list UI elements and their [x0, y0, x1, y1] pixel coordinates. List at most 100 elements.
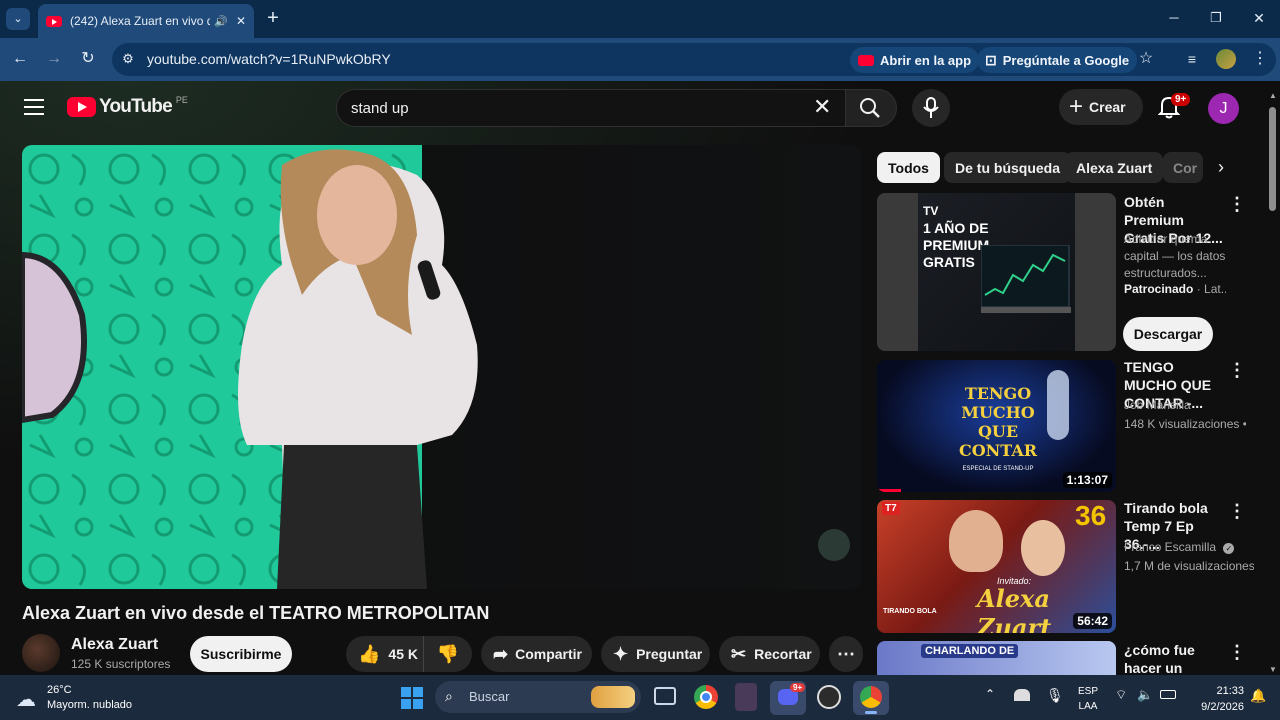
chip-partial[interactable]: Cor [1163, 152, 1203, 183]
thumbs-down-icon: 👎 [436, 644, 460, 664]
ad-sponsored-row: Patrocinado · Lat... [1124, 281, 1226, 298]
open-in-app-label: Abrir en la app [880, 52, 972, 68]
taskbar-search-icon: ⌕ [445, 688, 453, 704]
minimize-button[interactable]: ─ [1162, 8, 1186, 28]
subscriber-count: 125 K suscriptores [71, 657, 171, 671]
ad-brand-icon: TV [923, 204, 939, 218]
taskbar-search-box[interactable]: ⌕ Buscar [435, 681, 641, 713]
hamburger-menu-icon[interactable] [24, 99, 44, 115]
weather-widget[interactable]: ☁ 26°C Mayorm. nublado [14, 681, 154, 715]
related-2-thumb-tag: T7 [882, 502, 900, 515]
chip-alexa-zuart[interactable]: Alexa Zuart [1065, 152, 1164, 183]
task-view-icon[interactable] [654, 687, 676, 705]
maximize-button[interactable]: ❐ [1204, 8, 1228, 28]
voice-search-button[interactable] [912, 89, 950, 127]
related-1-channel[interactable]: Job Mansilla [1124, 397, 1254, 414]
clock[interactable]: 21:33 9/2/2026 [1186, 683, 1244, 715]
new-tab-button[interactable]: + [262, 8, 284, 28]
ad-download-button[interactable]: Descargar [1123, 317, 1213, 351]
obs-taskbar-icon[interactable] [817, 685, 841, 709]
chrome-menu-icon[interactable]: ⋮ [1252, 49, 1268, 69]
battery-icon[interactable] [1160, 690, 1176, 699]
create-button[interactable]: + Crear [1059, 89, 1143, 125]
like-button[interactable]: 👍 45 K [346, 636, 424, 672]
site-info-icon[interactable]: ⚙ [118, 49, 138, 69]
window-close-button[interactable]: ✕ [1247, 8, 1271, 28]
microphone-icon [923, 97, 939, 118]
ask-button[interactable]: ✦ Preguntar [601, 636, 710, 672]
like-count: 45 K [388, 646, 418, 662]
weather-cloud-icon: ☁ [16, 689, 36, 711]
notification-center-icon[interactable]: 🔔 [1250, 688, 1266, 704]
search-button[interactable] [845, 89, 897, 127]
channel-avatar[interactable] [22, 634, 60, 672]
related-thumbnail-2[interactable]: T7 36 Invitado: Alexa Zuart TIRANDO BOLA… [877, 500, 1116, 633]
related-3-title[interactable]: ¿cómo fue hacer un musical en... [1124, 641, 1224, 675]
chips-next-chevron-icon[interactable]: › [1206, 152, 1236, 183]
ask-google-label: Pregúntale a Google [1002, 52, 1130, 68]
forward-arrow-icon[interactable]: → [44, 49, 64, 69]
clock-date: 9/2/2026 [1201, 701, 1244, 713]
tab-title: (242) Alexa Zuart en vivo de [70, 14, 211, 28]
ad-description: Adivinar quema capital — los datos estru… [1124, 232, 1226, 280]
back-arrow-icon[interactable]: ← [10, 49, 30, 69]
related-3-more-menu-icon[interactable]: ⋮ [1228, 642, 1246, 662]
clear-search-icon[interactable]: ✕ [813, 96, 831, 118]
scissors-icon: ✂ [731, 643, 747, 664]
reload-icon[interactable]: ↻ [78, 49, 98, 69]
start-windows-icon[interactable] [401, 687, 423, 709]
related-1-thumb-text: TENGO MUCHO QUE CONTAR [959, 384, 1038, 460]
speaker-icon[interactable]: 🔊 [214, 15, 228, 28]
notifications-button[interactable]: 9+ [1157, 93, 1191, 119]
page-scrollbar[interactable]: ▲ ▼ [1268, 91, 1277, 675]
related-thumbnail-1[interactable]: TENGO MUCHO QUE CONTAR ESPECIAL DE STAND… [877, 360, 1116, 492]
more-actions-button[interactable]: ⋯ [829, 636, 863, 672]
volume-icon[interactable]: 🔈 [1137, 687, 1153, 703]
country-code: PE [175, 95, 188, 105]
chrome-active-taskbar-icon[interactable] [853, 681, 889, 715]
channel-name[interactable]: Alexa Zuart [71, 636, 158, 654]
account-avatar[interactable]: J [1208, 93, 1239, 124]
ask-google-button[interactable]: ⊡ Pregúntale a Google [977, 47, 1138, 73]
tab-search-icon[interactable]: ⌄ [6, 8, 30, 30]
youtube-logo[interactable]: YouTube PE [67, 95, 188, 118]
weather-desc: Mayorm. nublado [47, 699, 132, 711]
user-app-taskbar-icon[interactable] [735, 683, 757, 711]
subscribe-button[interactable]: Suscribirme [190, 636, 292, 672]
chip-todos[interactable]: Todos [877, 152, 940, 183]
dislike-button[interactable]: 👎 [424, 636, 472, 672]
related-2-more-menu-icon[interactable]: ⋮ [1228, 501, 1246, 521]
ad-more-menu-icon[interactable]: ⋮ [1228, 194, 1246, 214]
bookmark-star-icon[interactable]: ☆ [1136, 49, 1156, 69]
tray-app-icon[interactable] [1014, 689, 1030, 701]
chip-from-search[interactable]: De tu búsqueda [944, 152, 1072, 183]
related-2-duration: 56:42 [1073, 613, 1112, 629]
browser-tab-active[interactable]: (242) Alexa Zuart en vivo de 🔊 ✕ [38, 4, 254, 38]
share-button[interactable]: ➦ Compartir [481, 636, 592, 672]
tray-chevron-icon[interactable]: ⌃ [985, 687, 995, 701]
related-1-more-menu-icon[interactable]: ⋮ [1228, 360, 1246, 380]
related-2-channel[interactable]: Franco Escamilla [1124, 540, 1216, 554]
tab-close-icon[interactable]: ✕ [236, 14, 246, 28]
discord-taskbar-icon[interactable]: 9+ [770, 681, 806, 715]
related-thumbnail-3[interactable]: CHARLANDO DE [877, 641, 1116, 675]
related-2-thumb-brand: TIRANDO BOLA [883, 608, 937, 615]
tray-mic-icon[interactable]: 🎙 [1046, 687, 1064, 704]
discord-badge: 9+ [790, 683, 806, 692]
thumbs-up-icon: 👍 [358, 643, 381, 664]
related-2-channel-row: Franco Escamilla ✓ [1124, 539, 1254, 556]
ad-thumbnail[interactable]: TV 1 AÑO DE PREMIUM GRATIS [877, 193, 1116, 351]
wifi-icon[interactable]: ⌔ [1115, 687, 1127, 703]
ask-label: Preguntar [636, 646, 703, 662]
profile-avatar-icon[interactable] [1216, 49, 1236, 69]
clip-label: Recortar [754, 646, 812, 662]
search-input[interactable] [351, 98, 791, 118]
language-indicator[interactable]: ESP LAA [1076, 684, 1100, 714]
chrome-taskbar-icon[interactable] [694, 685, 718, 709]
media-control-icon[interactable]: ≡ [1182, 49, 1202, 69]
open-in-app-button[interactable]: Abrir en la app [850, 47, 980, 73]
video-player[interactable] [22, 145, 862, 589]
related-2-meta: 1,7 M de visualizaciones [1124, 559, 1254, 573]
scrollbar-thumb[interactable] [1269, 107, 1276, 211]
clip-button[interactable]: ✂ Recortar [719, 636, 820, 672]
